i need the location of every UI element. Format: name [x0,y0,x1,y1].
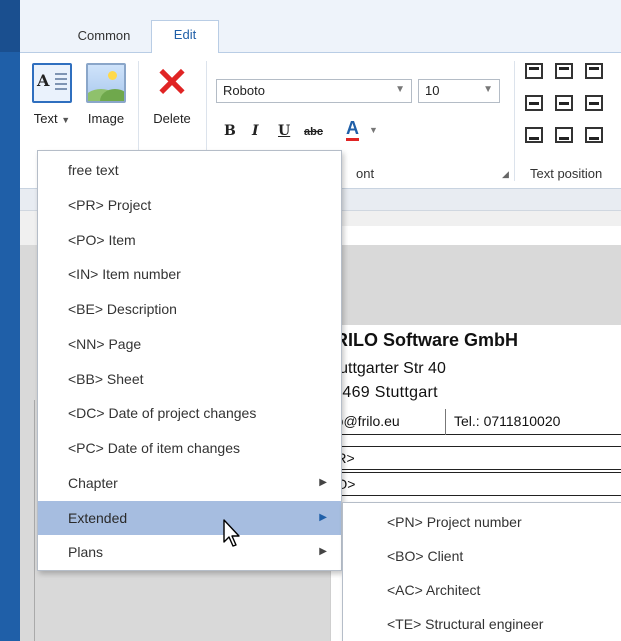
menu-item-label: <IN> Item number [68,266,181,282]
menu-item-label: <NN> Page [68,336,142,352]
tab-common[interactable]: Common [64,22,144,53]
menu-item-chapter[interactable]: Chapter ▶ [38,466,341,500]
extended-submenu: <PN> Project number <BO> Client <AC> Arc… [342,502,621,641]
company-name-text[interactable]: FRILO Software GmbH [324,330,518,351]
chevron-down-icon: ▼ [395,84,405,95]
chevron-right-icon: ▶ [319,512,327,523]
project-placeholder-field[interactable]: PR> [320,446,621,470]
submenu-item-label: <TE> Structural engineer [387,616,544,632]
menu-item-label: Chapter [68,475,118,491]
delete-button[interactable]: ✕ Delete [144,63,200,126]
position-bottom-left-button[interactable] [525,127,543,143]
text-icon-letter: A [37,71,50,90]
menu-item-date-item-changes[interactable]: <PC> Date of item changes [38,431,341,465]
image-button-label: Image [87,111,125,126]
ribbon-divider [514,61,515,181]
menu-item-label: <PO> Item [68,232,136,248]
menu-item-page[interactable]: <NN> Page [38,327,341,361]
text-button[interactable]: A Text ▼ [24,63,80,126]
image-button[interactable]: Image [80,63,132,126]
position-top-center-button[interactable] [555,63,573,79]
contact-row: nfo@frilo.eu Tel.: 0711810020 [320,409,621,435]
menu-item-project[interactable]: <PR> Project [38,188,341,222]
menu-item-label: <DC> Date of project changes [68,405,257,421]
text-button-label: Text [33,111,58,126]
menu-item-item[interactable]: <PO> Item [38,223,341,257]
font-name-select[interactable]: Roboto ▼ [216,79,412,103]
position-top-left-button[interactable] [525,63,543,79]
menu-item-label: Plans [68,544,104,560]
chevron-down-icon: ▼ [483,84,493,95]
font-size-select[interactable]: 10 ▼ [418,79,500,103]
mouse-cursor-icon [223,519,240,547]
position-middle-center-button[interactable] [555,95,573,111]
submenu-item-client[interactable]: <BO> Client [343,539,621,573]
menu-item-label: <BE> Description [68,301,177,317]
delete-button-label: Delete [153,111,191,126]
bold-button[interactable]: B [224,123,236,139]
font-name-value: Roboto [223,83,265,98]
italic-button[interactable]: I [252,123,259,139]
font-size-value: 10 [425,83,440,98]
image-icon [86,63,126,103]
underline-button[interactable]: U [278,123,290,139]
submenu-item-label: <BO> Client [387,548,464,564]
text-button-caption: Text ▼ [24,111,80,126]
menu-item-label: <PR> Project [68,197,152,213]
menu-item-label: free text [68,162,119,178]
submenu-item-architect[interactable]: <AC> Architect [343,573,621,607]
ribbon-tab-row: Common Edit [20,0,621,54]
menu-item-description[interactable]: <BE> Description [38,292,341,326]
dialog-launcher-icon[interactable]: ◢ [502,169,509,180]
menu-item-date-project-changes[interactable]: <DC> Date of project changes [38,396,341,430]
menu-item-item-number[interactable]: <IN> Item number [38,257,341,291]
document-header-area [330,245,621,325]
position-top-right-button[interactable] [585,63,603,79]
text-dropdown-menu: free text <PR> Project <PO> Item <IN> It… [37,150,342,571]
app-side-strip [0,0,20,641]
delete-x-icon: ✕ [155,61,189,105]
street-text[interactable]: Stuttgarter Str 40 [324,360,446,378]
position-bottom-center-button[interactable] [555,127,573,143]
chevron-right-icon: ▶ [319,546,327,557]
submenu-item-project-number[interactable]: <PN> Project number [343,505,621,539]
menu-item-free-text[interactable]: free text [38,153,341,187]
menu-item-label: <BB> Sheet [68,371,144,387]
menu-item-plans[interactable]: Plans ▶ [38,535,341,569]
submenu-item-label: <AC> Architect [387,582,481,598]
menu-item-label: Extended [68,510,128,526]
submenu-item-structural-engineer[interactable]: <TE> Structural engineer [343,607,621,641]
font-color-button[interactable]: A [346,119,359,141]
chevron-down-icon[interactable]: ▼ [369,125,378,135]
position-middle-left-button[interactable] [525,95,543,111]
menu-item-sheet[interactable]: <BB> Sheet [38,362,341,396]
strikethrough-button[interactable]: abc [304,126,323,138]
position-middle-right-button[interactable] [585,95,603,111]
client-placeholder-field[interactable]: BO> [320,472,621,496]
text-position-label: Text position [530,166,603,181]
position-bottom-right-button[interactable] [585,127,603,143]
font-group-label: ont [356,166,375,181]
chevron-down-icon: ▼ [61,115,71,125]
chevron-right-icon: ▶ [319,477,327,488]
tab-edit[interactable]: Edit [151,20,219,54]
submenu-item-label: <PN> Project number [387,514,522,530]
app-corner [0,0,20,52]
text-document-icon: A [32,63,72,103]
phone-text[interactable]: Tel.: 0711810020 [454,413,560,429]
menu-item-extended[interactable]: Extended ▶ [38,501,341,535]
menu-item-label: <PC> Date of item changes [68,440,240,456]
